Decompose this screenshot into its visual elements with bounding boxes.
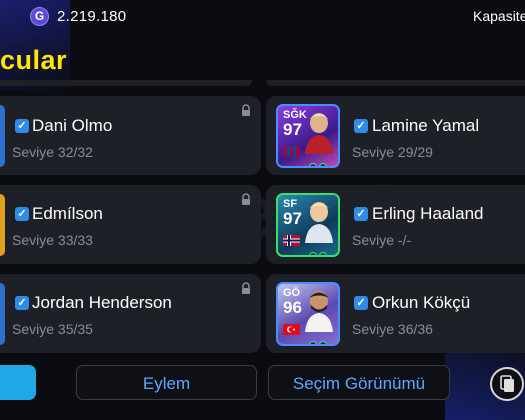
player-card-orkun-kokcu[interactable]: GÖ 96 ✓ Orkun Kökçü Seviye 36/36 xyxy=(266,274,525,353)
player-name: Lamine Yamal xyxy=(372,116,480,135)
top-bar: G 2.219.180 Kapasite xyxy=(0,0,525,34)
verified-check-icon: ✓ xyxy=(15,207,29,221)
club-crest-icon xyxy=(283,146,300,157)
page-title: cular xyxy=(0,45,68,75)
lock-icon xyxy=(242,282,250,294)
player-rating: 97 xyxy=(283,209,302,228)
player-card-erling-haaland[interactable]: SF 97 ✓ Erling Haaland Seviye -/- xyxy=(266,185,525,264)
player-thumbnail xyxy=(0,105,5,167)
player-level: Seviye 35/35 xyxy=(12,321,93,337)
verified-check-icon: ✓ xyxy=(15,296,29,310)
skill-badges xyxy=(309,247,338,255)
capacity-label[interactable]: Kapasite xyxy=(473,8,525,24)
player-rating: 96 xyxy=(283,298,302,317)
player-card-image: SĞK 97 xyxy=(276,104,340,168)
player-card-lamine-yamal[interactable]: SĞK 97 ✓ Lamine Yamal Seviye 29/29 xyxy=(266,96,525,175)
card-view-toggle-button[interactable] xyxy=(490,367,524,401)
player-thumbnail xyxy=(0,283,5,345)
player-card-dani-olmo[interactable]: ✓ Dani Olmo Seviye 32/32 xyxy=(0,96,261,175)
primary-action-button[interactable] xyxy=(0,365,36,400)
player-card-edmilson[interactable]: ✓ Edmílson Seviye 33/33 xyxy=(0,185,261,264)
player-level: Seviye -/- xyxy=(352,232,412,248)
player-portrait-icon xyxy=(305,291,333,332)
player-level: Seviye 32/32 xyxy=(12,144,93,160)
lock-icon xyxy=(242,104,250,116)
player-level: Seviye 29/29 xyxy=(352,144,433,160)
player-card-image: GÖ 96 xyxy=(276,282,340,346)
verified-check-icon: ✓ xyxy=(354,119,368,133)
player-name: Edmílson xyxy=(32,204,103,223)
player-name: Erling Haaland xyxy=(372,204,484,223)
norway-flag-icon xyxy=(283,235,300,246)
action-button[interactable]: Eylem xyxy=(76,365,257,400)
player-name: Orkun Kökçü xyxy=(372,293,471,312)
skill-badges xyxy=(309,158,338,166)
player-card-image: SF 97 xyxy=(276,193,340,257)
player-name: Jordan Henderson xyxy=(32,293,172,312)
verified-check-icon: ✓ xyxy=(354,296,368,310)
player-thumbnail xyxy=(0,194,5,256)
player-rating: 97 xyxy=(283,120,302,139)
player-name: Dani Olmo xyxy=(32,116,113,135)
player-portrait-icon xyxy=(305,202,333,243)
cards-icon xyxy=(500,375,514,392)
previous-row-edge xyxy=(0,80,525,86)
player-level: Seviye 36/36 xyxy=(352,321,433,337)
player-portrait-icon xyxy=(305,113,333,154)
selection-view-button[interactable]: Seçim Görünümü xyxy=(268,365,450,400)
coin-balance: 2.219.180 xyxy=(57,8,127,25)
verified-check-icon: ✓ xyxy=(15,119,29,133)
verified-check-icon: ✓ xyxy=(354,207,368,221)
lock-icon xyxy=(242,193,250,205)
turkey-flag-icon xyxy=(283,324,300,335)
player-card-jordan-henderson[interactable]: ✓ Jordan Henderson Seviye 35/35 xyxy=(0,274,261,353)
player-level: Seviye 33/33 xyxy=(12,232,93,248)
skill-badges xyxy=(309,336,338,344)
coin-icon: G xyxy=(30,7,49,26)
